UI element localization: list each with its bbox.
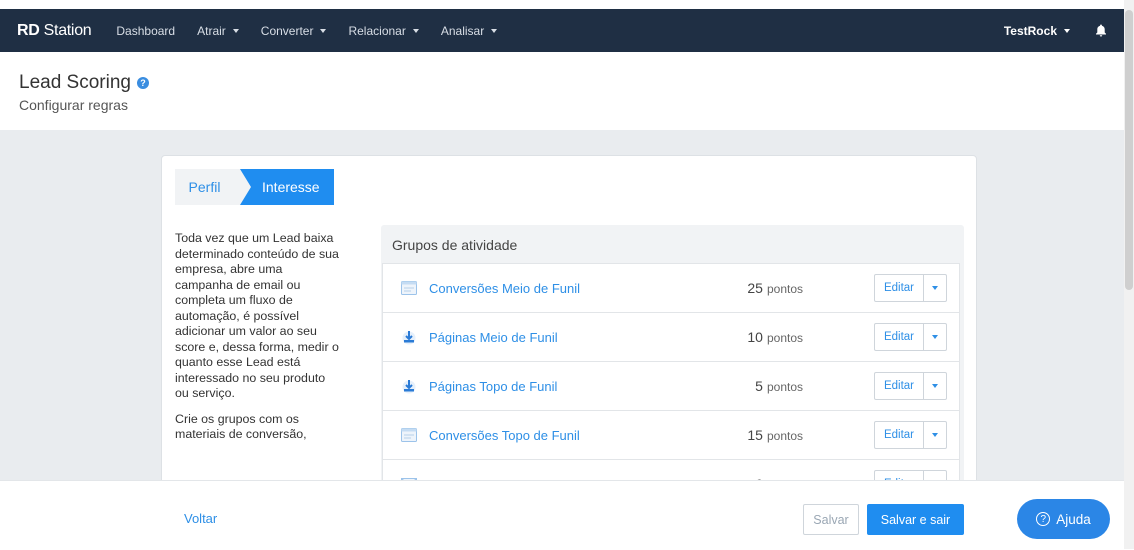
description-paragraph-2: Crie os grupos com os materiais de conve… [175,411,307,442]
scoring-card: Perfil Interesse Toda vez que um Lead ba… [161,155,977,480]
edit-split-button: Editar [874,372,947,400]
chevron-down-icon [1064,28,1070,33]
points-value: 25 [747,280,763,296]
save-and-exit-button[interactable]: Salvar e sair [867,504,964,535]
groups-list: Conversões Meio de Funil 25 pontos Editar… [382,263,960,480]
page-download-icon [400,377,418,395]
nav-item-dashboard[interactable]: Dashboard [116,24,175,38]
group-points: 10 pontos [741,329,803,345]
form-icon [400,426,418,444]
group-name-link[interactable]: Páginas Meio de Funil [429,330,558,345]
group-name-link[interactable]: Conversões Topo de Funil [429,428,580,443]
nav-label: Atrair [197,23,226,38]
tab-interesse[interactable]: Interesse [240,169,334,205]
edit-button[interactable]: Editar [875,471,924,480]
chevron-down-icon[interactable] [924,471,946,480]
chevron-down-icon[interactable] [924,373,946,399]
list-item: Páginas Meio de Funil 10 pontos Editar [382,312,960,361]
account-name: TestRock [1003,23,1057,38]
scrollbar-thumb[interactable] [1125,10,1133,290]
group-name-link[interactable]: Páginas Topo de Funil [429,379,557,394]
page-subtitle: Configurar regras [19,97,128,113]
top-navbar: RD Station Dashboard Atrair Converter Re… [0,9,1124,52]
back-link[interactable]: Voltar [184,511,217,526]
points-unit: pontos [766,380,803,394]
list-item: Conversões Meio de Funil 25 pontos Editar [382,263,960,312]
nav-item-relacionar[interactable]: Relacionar [348,23,419,38]
list-item: 6pontos Editar [382,459,960,480]
group-name-link[interactable]: Conversões Meio de Funil [429,281,580,296]
page-title-wrap: Lead Scoring ? [19,72,149,94]
page-scrollbar[interactable] [1124,0,1134,549]
list-item: Conversões Topo de Funil 15 pontos Editar [382,410,960,459]
chevron-down-icon [491,28,498,33]
bell-icon[interactable] [1094,24,1108,38]
points-value: 15 [747,427,763,443]
brand-rest: Station [43,21,92,39]
chevron-down-icon[interactable] [924,324,946,350]
points-unit: pontos [766,282,803,296]
page-title: Lead Scoring [19,72,131,93]
chevron-down-icon[interactable] [924,275,946,301]
save-button[interactable]: Salvar [803,504,859,535]
chevron-down-icon [232,28,239,33]
edit-button[interactable]: Editar [875,422,924,448]
edit-button[interactable]: Editar [875,324,924,350]
page-download-icon [400,328,418,346]
nav-label: Analisar [440,23,485,38]
page-header: Lead Scoring ? Configurar regras [0,52,1124,130]
edit-split-button: Editar [874,323,947,351]
help-button[interactable]: ? Ajuda [1017,499,1110,539]
points-unit: pontos [766,429,803,443]
footer-bar: Voltar Salvar Salvar e sair ? Ajuda [0,480,1124,550]
nav-label: Relacionar [348,23,406,38]
chevron-down-icon [320,28,327,33]
brand-logo[interactable]: RD Station [17,21,92,40]
group-points: 25 pontos [741,280,803,296]
list-item: Páginas Topo de Funil 5 pontos Editar [382,361,960,410]
form-icon [400,279,418,297]
question-circle-icon[interactable]: ? [136,77,149,89]
edit-button[interactable]: Editar [875,275,924,301]
nav-item-atrair[interactable]: Atrair [197,24,239,38]
nav-item-converter[interactable]: Converter [261,24,327,38]
tab-perfil[interactable]: Perfil [175,169,240,205]
chevron-down-icon[interactable] [924,422,946,448]
points-value: 10 [747,329,763,345]
nav-item-analisar[interactable]: Analisar [440,23,498,38]
activity-groups-panel: Grupos de atividade Conversões Meio de F… [381,225,964,480]
edit-split-button: Editar [874,421,947,449]
group-points: 15 pontos [741,427,803,443]
description-paragraph-1: Toda vez que um Lead baixa determinado c… [175,231,339,400]
brand-bold: RD [17,21,40,39]
question-circle-icon: ? [1036,512,1051,526]
nav-right: TestRock [1004,24,1108,38]
main-content: Perfil Interesse Toda vez que um Lead ba… [0,130,1124,480]
edit-split-button: Editar [874,274,947,302]
tab-interesse-label: Interesse [262,179,320,195]
account-menu[interactable]: TestRock [1004,24,1070,38]
top-strip [0,0,1134,9]
nav-label: Dashboard [116,23,176,38]
edit-button[interactable]: Editar [875,373,924,399]
points-unit: pontos [766,331,803,345]
help-button-label: Ajuda [1056,511,1091,527]
groups-title: Grupos de atividade [392,237,518,253]
edit-split-button: Editar [874,470,947,480]
step-tabs: Perfil Interesse [175,169,334,205]
chevron-down-icon [412,28,419,33]
nav-label: Converter [260,23,314,38]
group-points: 5 pontos [741,378,803,394]
points-value: 5 [755,378,763,394]
description-text: Toda vez que um Lead baixa determinado c… [175,231,340,453]
